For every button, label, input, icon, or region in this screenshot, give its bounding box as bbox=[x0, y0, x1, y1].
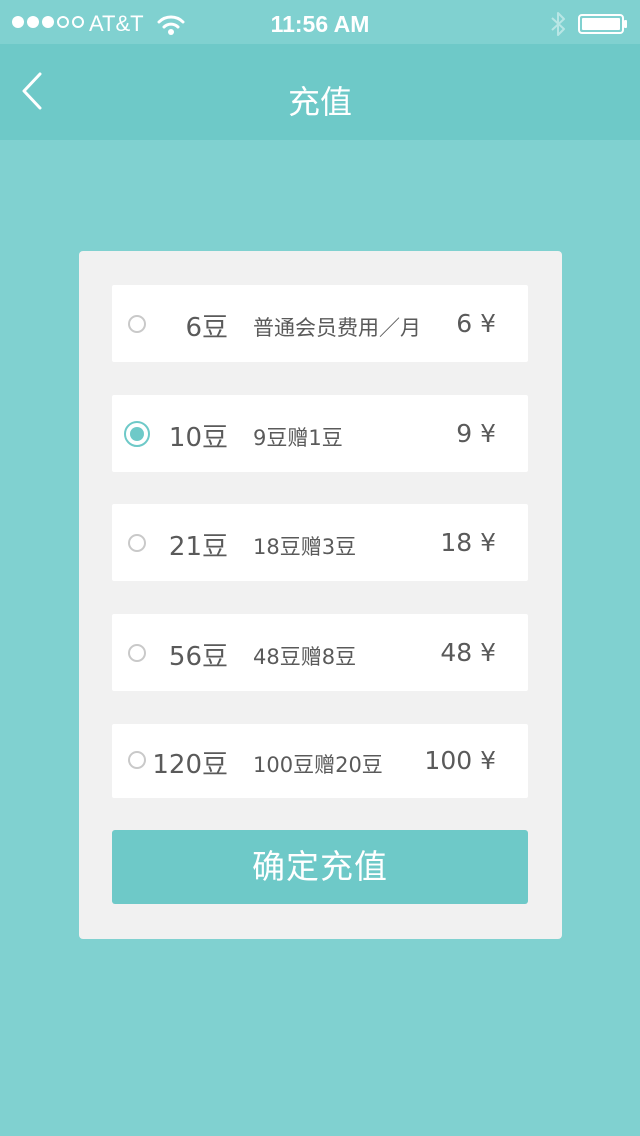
option-description: 18豆赠3豆 bbox=[253, 535, 357, 559]
option-amount: 56豆 bbox=[168, 642, 228, 672]
radio-button[interactable] bbox=[128, 315, 146, 333]
nav-bar: 充值 bbox=[0, 44, 640, 140]
option-description: 9豆赠1豆 bbox=[253, 426, 343, 450]
option-price: 9 ¥ bbox=[456, 419, 496, 448]
radio-button[interactable] bbox=[128, 751, 146, 769]
option-description: 100豆赠20豆 bbox=[253, 753, 383, 777]
option-120[interactable]: 120豆 100豆赠20豆 100 ¥ bbox=[112, 724, 528, 798]
status-bar: AT&T 11:56 AM bbox=[0, 0, 640, 44]
option-56[interactable]: 56豆 48豆赠8豆 48 ¥ bbox=[112, 614, 528, 691]
option-price: 100 ¥ bbox=[424, 746, 496, 775]
option-price: 6 ¥ bbox=[456, 309, 496, 338]
option-description: 普通会员费用／月 bbox=[253, 316, 421, 340]
option-amount: 120豆 bbox=[152, 750, 228, 780]
recharge-card: 6豆 普通会员费用／月 6 ¥ 10豆 9豆赠1豆 9 ¥ 21豆 18豆赠3豆… bbox=[79, 251, 562, 939]
radio-button-selected[interactable] bbox=[124, 421, 150, 447]
option-21[interactable]: 21豆 18豆赠3豆 18 ¥ bbox=[112, 504, 528, 581]
option-amount: 6豆 bbox=[185, 313, 228, 343]
bluetooth-icon bbox=[551, 12, 565, 36]
option-price: 18 ¥ bbox=[440, 528, 496, 557]
status-time: 11:56 AM bbox=[270, 11, 370, 37]
option-10[interactable]: 10豆 9豆赠1豆 9 ¥ bbox=[112, 395, 528, 472]
radio-button[interactable] bbox=[128, 534, 146, 552]
option-price: 48 ¥ bbox=[440, 638, 496, 667]
radio-button[interactable] bbox=[128, 644, 146, 662]
confirm-recharge-button[interactable]: 确定充值 bbox=[112, 830, 528, 904]
option-6[interactable]: 6豆 普通会员费用／月 6 ¥ bbox=[112, 285, 528, 362]
option-description: 48豆赠8豆 bbox=[253, 645, 357, 669]
page-title: 充值 bbox=[287, 83, 352, 121]
battery-icon bbox=[578, 14, 627, 34]
option-amount: 10豆 bbox=[168, 423, 228, 453]
option-amount: 21豆 bbox=[168, 532, 228, 562]
